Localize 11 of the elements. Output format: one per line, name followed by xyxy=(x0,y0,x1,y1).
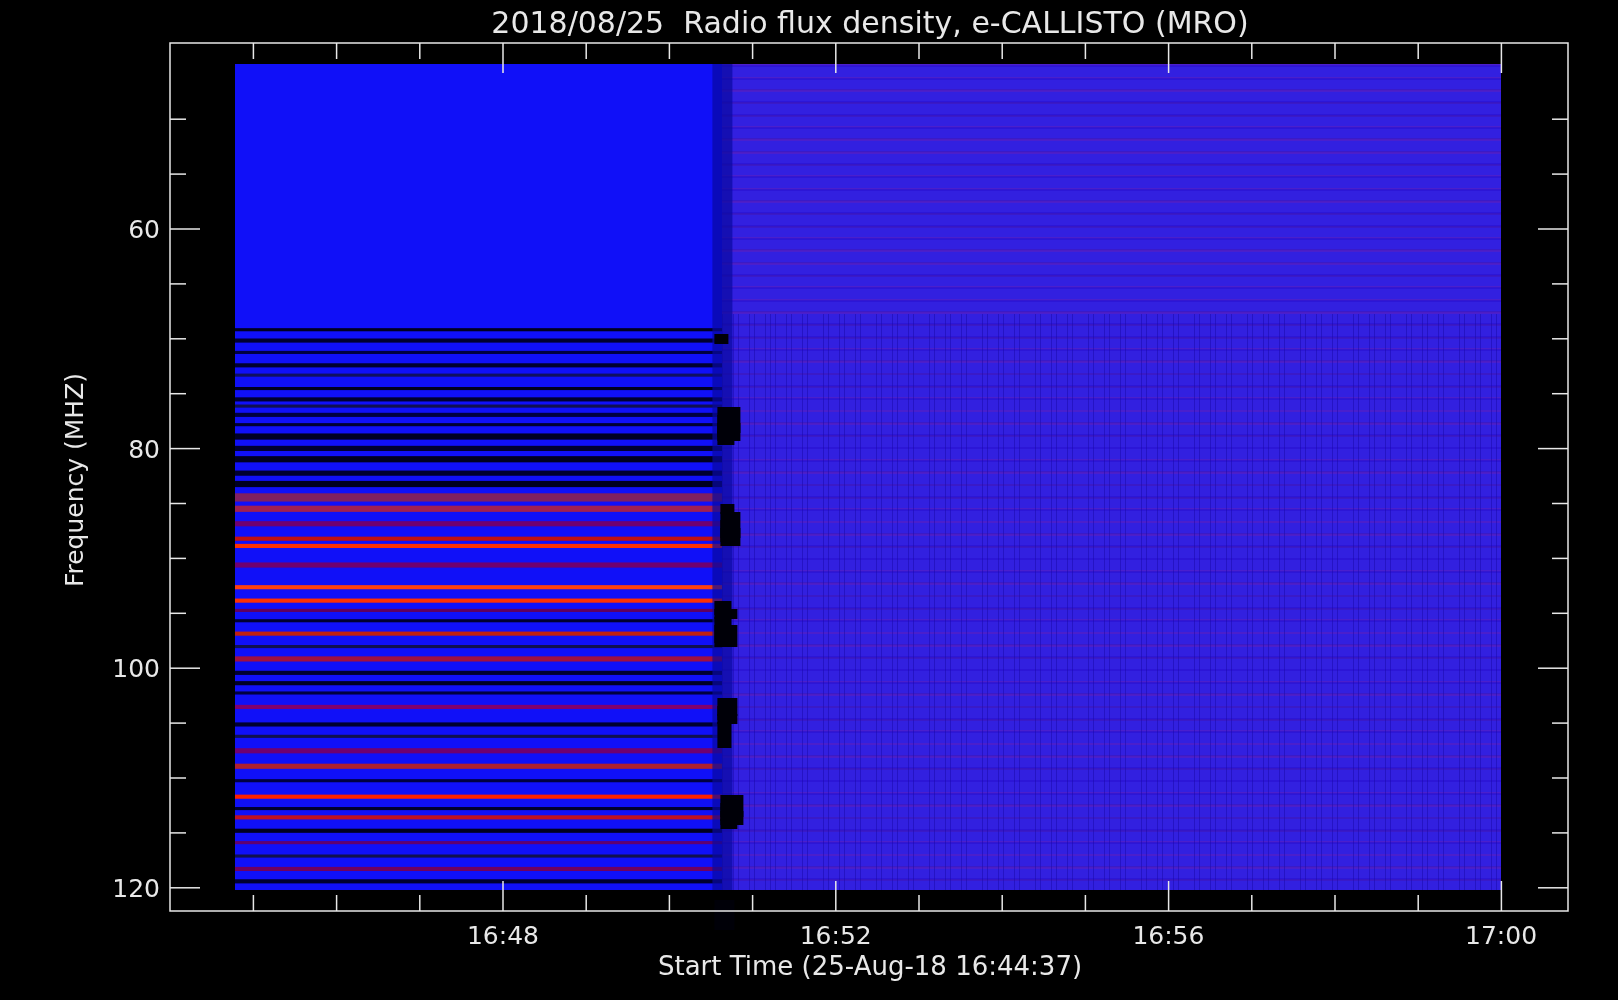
axis-label: Start Time (25-Aug-18 16:44:37) xyxy=(657,951,1083,981)
axis-tick-label: 17:00 xyxy=(1465,921,1538,950)
axis-tick-label: 16:48 xyxy=(467,921,539,950)
plot-title: 2018/08/25 Radio flux density, e-CALLISTO (MRO) xyxy=(491,5,1249,40)
axis-label: Frequency (MHZ) xyxy=(60,372,89,588)
axis-tick-label: 120 xyxy=(112,874,160,904)
axis-tick-label: 80 xyxy=(128,434,160,464)
axis-tick-label: 100 xyxy=(112,654,160,684)
axis-tick-label: 60 xyxy=(128,215,160,244)
axis-tick-label: 16:52 xyxy=(799,921,872,950)
axis-tick-label: 16:56 xyxy=(1132,921,1205,950)
